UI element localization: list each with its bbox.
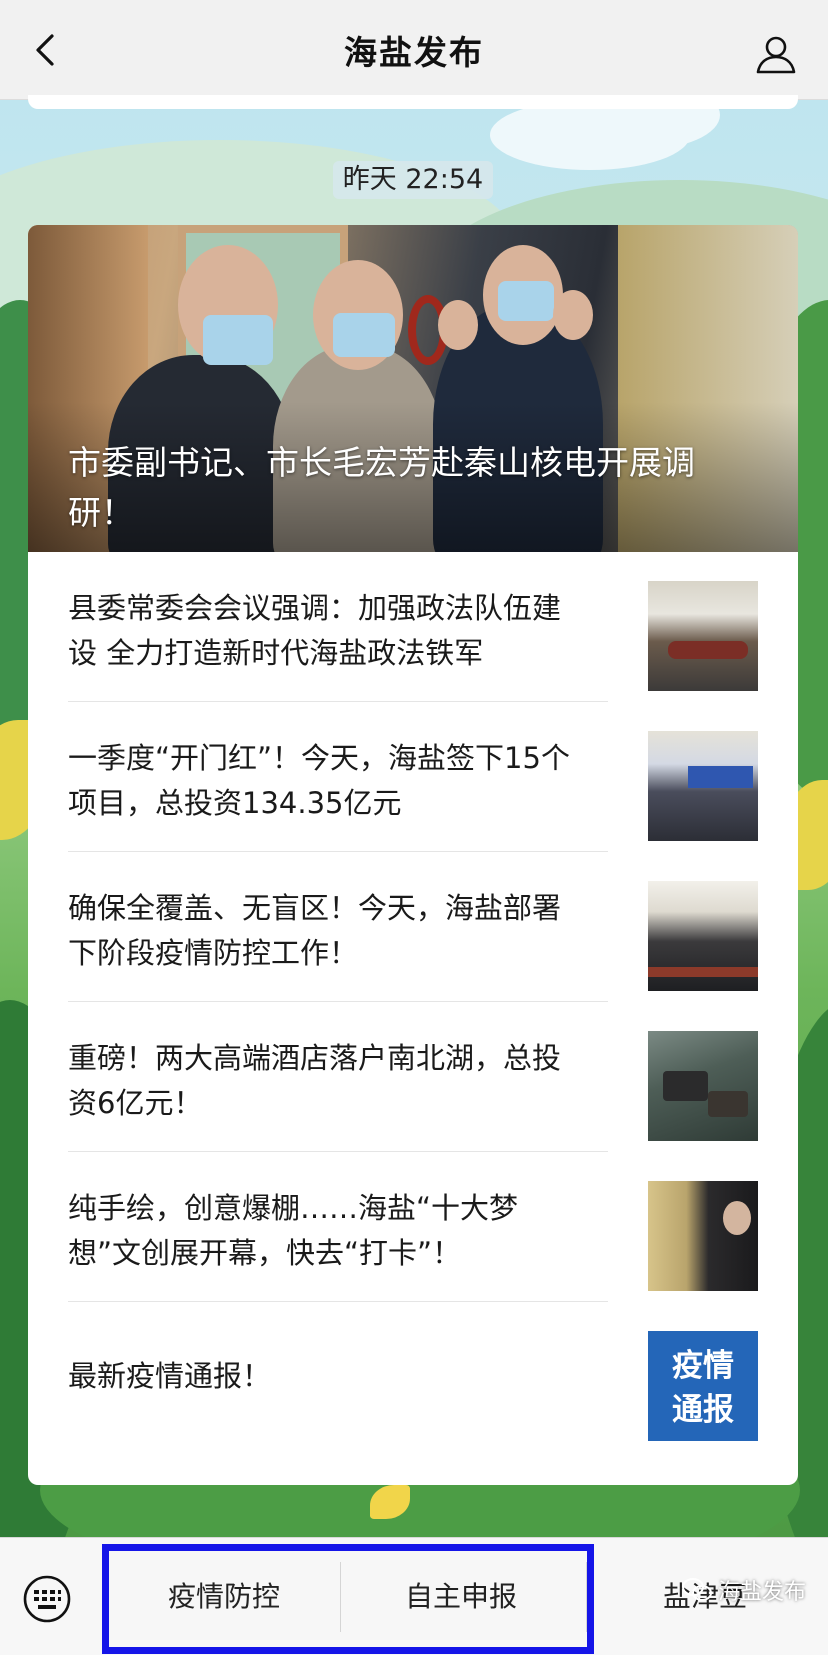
article-card: 市委副书记、市长毛宏芳赴秦山核电开展调研！ 县委常委会会议强调：加强政法队伍建设…	[28, 225, 798, 1485]
article-thumbnail	[648, 881, 758, 991]
article-title: 一季度“开门红”！今天，海盐签下15个项目，总投资134.35亿元	[68, 741, 570, 820]
cover-title: 市委副书记、市长毛宏芳赴秦山核电开展调研！	[68, 443, 695, 532]
back-button[interactable]	[28, 30, 68, 70]
article-item[interactable]: 确保全覆盖、无盲区！今天，海盐部署下阶段疫情防控工作！	[68, 852, 758, 1002]
page-title: 海盐发布	[344, 32, 484, 72]
article-title: 确保全覆盖、无盲区！今天，海盐部署下阶段疫情防控工作！	[68, 891, 562, 970]
article-item[interactable]: 县委常委会会议强调：加强政法队伍建设 全力打造新时代海盐政法铁军	[68, 552, 758, 702]
article-item[interactable]: 最新疫情通报！ 疫情 通报	[68, 1302, 758, 1452]
highlight-box	[102, 1544, 594, 1654]
cover-article[interactable]: 市委副书记、市长毛宏芳赴秦山核电开展调研！	[28, 225, 798, 552]
article-item[interactable]: 纯手绘，创意爆棚……海盐“十大梦想”文创展开幕，快去“打卡”！	[68, 1152, 758, 1302]
article-title: 纯手绘，创意爆棚……海盐“十大梦想”文创展开幕，快去“打卡”！	[68, 1191, 519, 1270]
article-item[interactable]: 重磅！两大高端酒店落户南北湖，总投资6亿元！	[68, 1002, 758, 1152]
article-thumbnail	[648, 1031, 758, 1141]
epidemic-report-thumbnail: 疫情 通报	[648, 1331, 758, 1441]
message-timestamp: 昨天 22:54	[333, 161, 493, 199]
watermark: 海盐发布	[681, 1575, 806, 1605]
person-icon	[756, 36, 796, 74]
keyboard-icon	[23, 1575, 71, 1623]
wechat-icon	[681, 1578, 712, 1601]
previous-card-edge	[28, 95, 798, 109]
watermark-text: 海盐发布	[717, 1580, 806, 1605]
profile-button[interactable]	[754, 32, 798, 76]
article-thumbnail	[648, 581, 758, 691]
thumb-text-line: 通报	[672, 1392, 734, 1428]
nav-header: 海盐发布	[0, 0, 828, 100]
keyboard-toggle-button[interactable]	[22, 1574, 72, 1624]
article-title: 县委常委会会议强调：加强政法队伍建设 全力打造新时代海盐政法铁军	[68, 591, 562, 670]
chevron-left-icon	[36, 34, 54, 66]
article-item[interactable]: 一季度“开门红”！今天，海盐签下15个项目，总投资134.35亿元	[68, 702, 758, 852]
article-title: 最新疫情通报！	[68, 1359, 272, 1393]
thumb-text-line: 疫情	[672, 1348, 734, 1384]
article-thumbnail	[648, 1181, 758, 1291]
article-thumbnail	[648, 731, 758, 841]
article-title: 重磅！两大高端酒店落户南北湖，总投资6亿元！	[68, 1041, 562, 1120]
